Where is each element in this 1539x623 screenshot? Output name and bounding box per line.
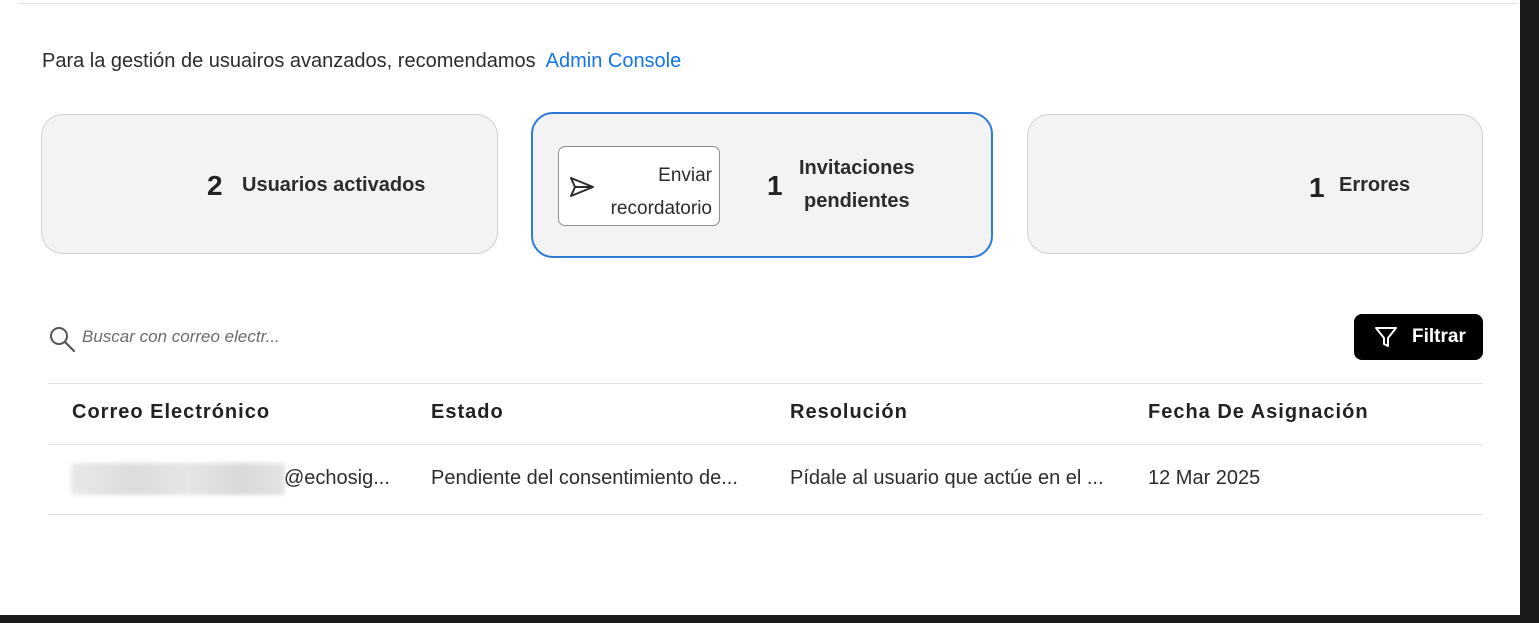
table-top-divider [48,383,1483,384]
active-users-label: Usuarios activados [242,174,426,196]
intro-text: Para la gestión de usuairos avanzados, r… [42,50,536,72]
filter-label: Filtrar [1412,326,1466,347]
column-header-status[interactable]: Estado [431,401,504,424]
column-header-email[interactable]: Correo Electrónico [72,401,270,424]
errors-count: 1 [1309,172,1325,203]
pending-invitations-count: 1 [767,170,783,201]
active-users-count: 2 [207,170,223,201]
send-reminder-button[interactable]: Enviar recordatorio [558,146,720,226]
send-reminder-label: Enviar recordatorio [611,159,712,225]
pending-invitations-label: Invitaciones pendientes [799,152,915,218]
redacted-email-prefix [71,463,285,495]
column-header-assigned-date[interactable]: Fecha De Asignación [1148,401,1369,424]
window-frame-right [1520,0,1539,623]
errors-card[interactable]: 1 Errores [1027,114,1483,254]
top-divider [18,3,1518,4]
pending-invitations-label-line1: Invitaciones [799,157,915,179]
admin-console-hint: Para la gestión de usuairos avanzados, r… [42,50,681,73]
window-frame-bottom [0,615,1539,623]
row-email: @echosig... [284,467,390,489]
pending-invitations-card[interactable]: Enviar recordatorio 1 Invitaciones pendi… [531,112,993,258]
column-header-resolution[interactable]: Resolución [790,401,908,424]
send-icon [570,177,594,197]
table-header-divider [48,444,1483,445]
row-resolution: Pídale al usuario que actúe en el ... [790,467,1104,489]
pending-invitations-label-line2: pendientes [804,190,910,212]
active-users-card[interactable]: 2 Usuarios activados [41,114,498,254]
table-bottom-divider [48,514,1483,515]
admin-console-link[interactable]: Admin Console [546,50,682,72]
errors-label: Errores [1339,174,1411,196]
search-box[interactable] [48,322,448,354]
filter-button[interactable]: Filtrar [1354,314,1483,360]
send-reminder-label-line1: Enviar [658,165,712,186]
send-reminder-label-line2: recordatorio [610,198,712,219]
search-input[interactable] [82,322,422,352]
row-status: Pendiente del consentimiento de... [431,467,738,489]
funnel-icon [1375,327,1397,347]
search-icon [50,327,76,353]
row-assigned-date: 12 Mar 2025 [1148,467,1261,489]
